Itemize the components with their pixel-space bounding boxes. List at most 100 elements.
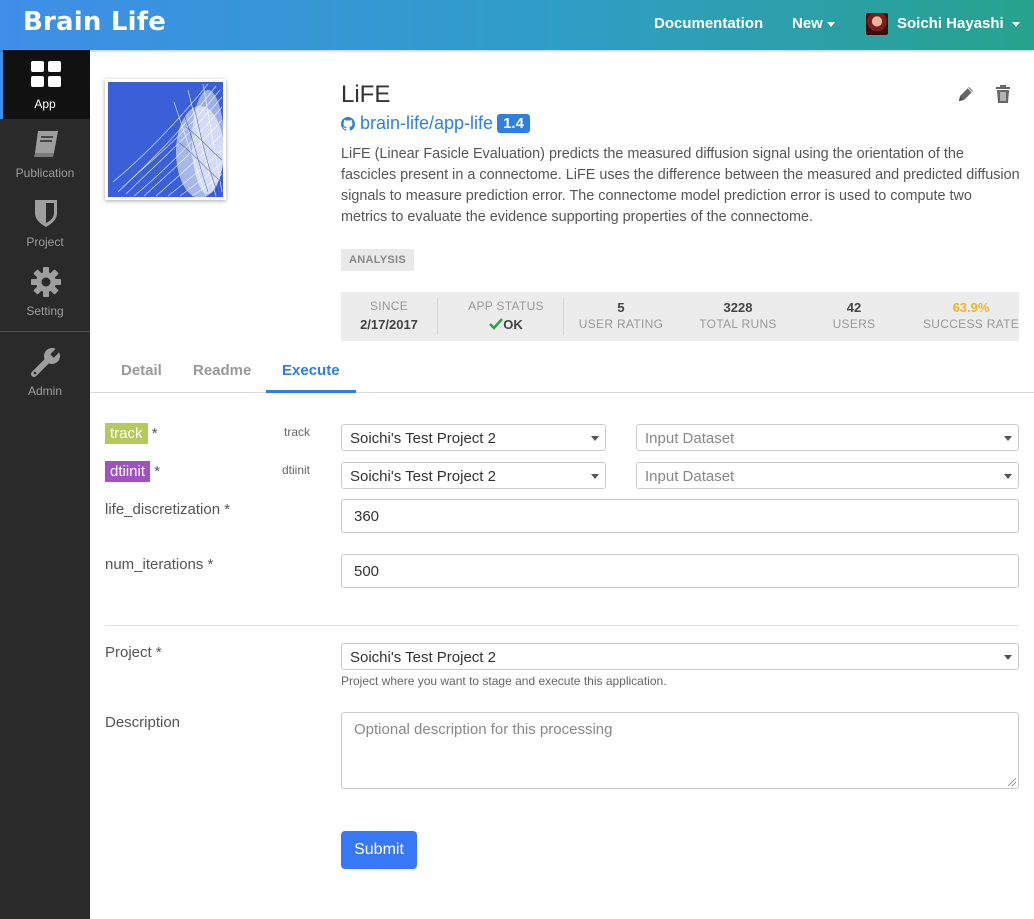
chevron-down-icon: [591, 474, 599, 479]
stat-label: TOTAL RUNS: [699, 317, 777, 331]
project-select-track[interactable]: Soichi's Test Project 2: [341, 424, 606, 451]
sidebar-item-admin[interactable]: Admin: [0, 337, 90, 406]
sidebar-divider: [0, 331, 90, 332]
select-value: Soichi's Test Project 2: [350, 468, 496, 485]
textarea-placeholder: Optional description for this processing: [354, 721, 613, 738]
description-label: Description: [105, 714, 181, 731]
datatype-label: dtiinit: [282, 463, 311, 477]
grid-icon: [31, 61, 61, 87]
tag-badge[interactable]: ANALYSIS: [341, 249, 415, 271]
config-label-life-discretization: life_discretization *: [105, 501, 231, 518]
repo-link[interactable]: brain-life/app-life 1.4: [341, 113, 530, 134]
sidebar-item-setting[interactable]: Setting: [0, 257, 90, 326]
user-name: Soichi Hayashi: [897, 15, 1004, 32]
project-select[interactable]: Soichi's Test Project 2: [341, 643, 1019, 670]
datatype-chip: track: [105, 423, 148, 444]
stat-label: APP STATUS: [468, 299, 544, 313]
chevron-down-icon: [826, 21, 835, 27]
trash-icon[interactable]: [993, 84, 1013, 104]
stat-value: 63.9%: [952, 300, 990, 315]
book-icon: [34, 131, 58, 157]
avatar[interactable]: [866, 13, 888, 35]
sidebar-item-label: Admin: [27, 384, 62, 398]
wrench-icon: [31, 346, 62, 377]
shield-icon: [35, 200, 57, 227]
project-select-dtiinit[interactable]: Soichi's Test Project 2: [341, 462, 606, 489]
project-label: Project *: [105, 644, 162, 661]
stat-label: SINCE: [369, 299, 409, 313]
app-thumbnail: [105, 79, 226, 200]
app-title: LiFE: [341, 81, 391, 108]
datatype-label: track: [284, 425, 311, 439]
edit-icon[interactable]: [956, 84, 976, 104]
new-menu-label: New: [792, 15, 823, 32]
sidebar-item-app[interactable]: App: [0, 50, 90, 119]
stat-user-rating: 5 USER RATING: [573, 292, 669, 341]
divider: [563, 298, 564, 335]
sidebar-item-label: Project: [26, 235, 64, 249]
chevron-down-icon: [591, 436, 599, 441]
check-icon: [489, 318, 504, 330]
sidebar-item-publication[interactable]: Publication: [0, 119, 90, 188]
brand-logo[interactable]: Brain Life: [23, 7, 166, 37]
repo-name: brain-life/app-life: [360, 113, 494, 133]
stat-label: SUCCESS RATE: [922, 317, 1020, 331]
select-value: Soichi's Test Project 2: [350, 430, 496, 447]
stat-success-rate: 63.9% SUCCESS RATE: [921, 292, 1021, 341]
stat-app-status: APP STATUS OK: [458, 292, 554, 341]
required-mark: *: [154, 463, 161, 480]
stat-label: USER RATING: [578, 317, 664, 331]
user-menu-button[interactable]: Soichi Hayashi: [897, 15, 1020, 32]
sidebar-item-label: App: [34, 97, 56, 111]
divider: [105, 625, 1019, 626]
submit-button[interactable]: Submit: [341, 831, 417, 869]
project-hint: Project where you want to stage and exec…: [341, 674, 667, 688]
chevron-down-icon: [1011, 21, 1020, 27]
stat-value: 2/17/2017: [360, 317, 418, 332]
top-navbar: Brain Life Documentation New Soichi Haya…: [0, 0, 1034, 50]
dataset-select-dtiinit[interactable]: Input Dataset: [636, 462, 1019, 489]
sidebar-item-label: Setting: [26, 304, 64, 318]
life-discretization-input[interactable]: 360: [341, 499, 1019, 533]
tab-bar: Detail Readme Execute: [90, 352, 1034, 393]
stat-users: 42 USERS: [806, 292, 902, 341]
select-placeholder: Input Dataset: [645, 468, 735, 485]
select-placeholder: Input Dataset: [645, 430, 735, 447]
tab-detail[interactable]: Detail: [105, 352, 178, 393]
dataset-select-track[interactable]: Input Dataset: [636, 424, 1019, 451]
chevron-down-icon: [1004, 474, 1012, 479]
sidebar: App Publication Project Setting Admin: [0, 50, 90, 919]
connectome-image: [108, 82, 223, 197]
sidebar-item-label: Publication: [15, 166, 75, 180]
input-label-track: track *: [105, 423, 158, 444]
chevron-down-icon: [1004, 436, 1012, 441]
sidebar-item-project[interactable]: Project: [0, 188, 90, 257]
tab-execute[interactable]: Execute: [266, 352, 356, 393]
new-menu-button[interactable]: New: [792, 15, 835, 32]
num-iterations-input[interactable]: 500: [341, 554, 1019, 588]
gear-icon: [31, 267, 61, 297]
resize-handle-icon[interactable]: [1008, 778, 1016, 786]
config-label-num-iterations: num_iterations *: [105, 556, 214, 573]
description-textarea[interactable]: Optional description for this processing: [341, 712, 1019, 789]
stat-value: 5: [617, 300, 625, 315]
documentation-link[interactable]: Documentation: [654, 15, 763, 32]
app-description: LiFE (Linear Fasicle Evaluation) predict…: [341, 146, 1020, 225]
select-value: Soichi's Test Project 2: [350, 649, 496, 666]
tab-readme[interactable]: Readme: [177, 352, 267, 393]
chevron-down-icon: [1004, 655, 1012, 660]
github-icon: [341, 117, 355, 131]
divider: [437, 298, 438, 335]
status-text: OK: [503, 317, 523, 332]
datatype-chip: dtiinit: [105, 461, 151, 482]
required-mark: *: [151, 425, 158, 442]
stats-bar: SINCE 2/17/2017 APP STATUS OK 5 USER RAT…: [341, 292, 1019, 341]
stat-value: OK: [458, 317, 554, 332]
stat-since: SINCE 2/17/2017: [341, 292, 437, 341]
version-badge: 1.4: [497, 114, 530, 133]
stat-value: 42: [846, 300, 862, 315]
input-label-dtiinit: dtiinit *: [105, 461, 160, 482]
stat-total-runs: 3228 TOTAL RUNS: [678, 292, 798, 341]
stat-value: 3228: [723, 300, 753, 315]
stat-label: USERS: [832, 317, 876, 331]
